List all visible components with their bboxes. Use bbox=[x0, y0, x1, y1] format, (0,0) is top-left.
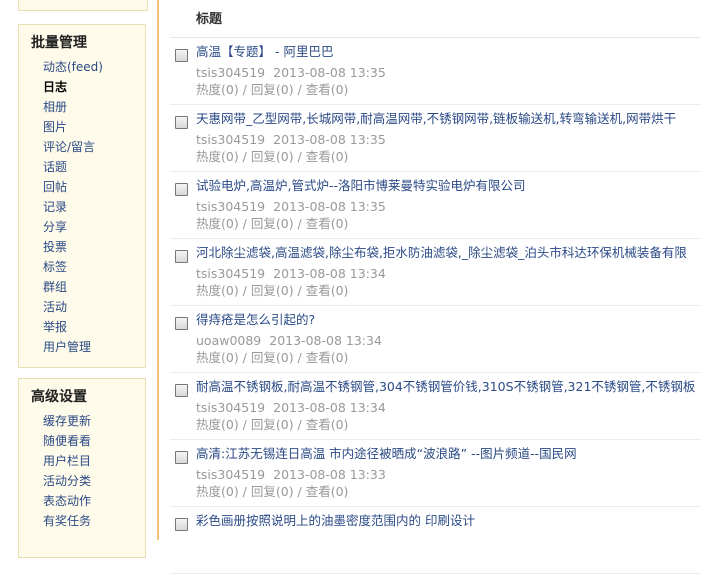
sidebar-advanced-item[interactable]: 活动分类 bbox=[43, 471, 145, 491]
sidebar-batch-item[interactable]: 标签 bbox=[43, 257, 145, 277]
sidebar-batch-item[interactable]: 用户管理 bbox=[43, 337, 145, 357]
sidebar-batch-item[interactable]: 记录 bbox=[43, 197, 145, 217]
sidebar-advanced-item[interactable]: 表态动作 bbox=[43, 491, 145, 511]
list-item: 高温【专题】 - 阿里巴巴 tsis304519 2013-08-08 13:35 热… bbox=[170, 38, 701, 105]
advanced-settings-panel: 高级设置 缓存更新 随便看看 用户栏目 活动分类 表态动作 有奖任务 bbox=[18, 378, 146, 558]
entry-author-link[interactable]: tsis304519 bbox=[196, 467, 265, 482]
entry-title-link[interactable]: 试验电炉,高温炉,管式炉--洛阳市博莱曼特实验电炉有限公司 bbox=[196, 178, 701, 194]
select-checkbox[interactable] bbox=[175, 250, 188, 263]
entry-time: 2013-08-08 13:35 bbox=[273, 199, 386, 214]
select-checkbox[interactable] bbox=[175, 384, 188, 397]
entry-meta: tsis304519 2013-08-08 13:35 bbox=[196, 132, 386, 148]
select-checkbox[interactable] bbox=[175, 518, 188, 531]
entry-time: 2013-08-08 13:35 bbox=[273, 65, 386, 80]
entry-stats: 热度(0) / 回复(0) / 查看(0) bbox=[196, 484, 349, 499]
select-checkbox[interactable] bbox=[175, 451, 188, 464]
select-checkbox[interactable] bbox=[175, 116, 188, 129]
entry-meta: uoaw0089 2013-08-08 13:34 bbox=[196, 333, 382, 349]
entry-author-link[interactable]: tsis304519 bbox=[196, 266, 265, 281]
sidebar-advanced-item[interactable]: 随便看看 bbox=[43, 431, 145, 451]
entry-stats: 热度(0) / 回复(0) / 查看(0) bbox=[196, 417, 349, 432]
list-item: 得痔疮是怎么引起的? uoaw0089 2013-08-08 13:34 热度(0) … bbox=[170, 306, 701, 373]
entry-list: 高温【专题】 - 阿里巴巴 tsis304519 2013-08-08 13:35 热… bbox=[170, 38, 701, 574]
select-checkbox[interactable] bbox=[175, 49, 188, 62]
entry-meta: tsis304519 2013-08-08 13:34 bbox=[196, 266, 386, 282]
sidebar-batch-item[interactable]: 回帖 bbox=[43, 177, 145, 197]
entry-meta: tsis304519 2013-08-08 13:33 bbox=[196, 467, 386, 483]
entry-title-link[interactable]: 耐高温不锈钢板,耐高温不锈钢管,304不锈钢管价钱,310S不锈钢管,321不锈… bbox=[196, 379, 701, 395]
sidebar-batch-item[interactable]: 举报 bbox=[43, 317, 145, 337]
list-item: 彩色画册按照说明上的油墨密度范围内的 印刷设计 bbox=[170, 507, 701, 574]
previous-panel-edge bbox=[18, 0, 148, 11]
list-item: 天惠网带_乙型网带,长城网带,耐高温网带,不锈钢网带,链板输送机,转弯输送机,网… bbox=[170, 105, 701, 172]
list-item: 试验电炉,高温炉,管式炉--洛阳市博莱曼特实验电炉有限公司 tsis304519 2… bbox=[170, 172, 701, 239]
sidebar-batch-item[interactable]: 话题 bbox=[43, 157, 145, 177]
entry-author-link[interactable]: tsis304519 bbox=[196, 199, 265, 214]
advanced-settings-title: 高级设置 bbox=[31, 389, 87, 405]
entry-author-link[interactable]: uoaw0089 bbox=[196, 333, 261, 348]
entry-author-link[interactable]: tsis304519 bbox=[196, 132, 265, 147]
sidebar-advanced-item[interactable]: 有奖任务 bbox=[43, 511, 145, 531]
entry-meta bbox=[196, 534, 204, 550]
select-checkbox[interactable] bbox=[175, 317, 188, 330]
sidebar-batch-item[interactable]: 群组 bbox=[43, 277, 145, 297]
entry-stats: 热度(0) / 回复(0) / 查看(0) bbox=[196, 283, 349, 298]
entry-stats: 热度(0) / 回复(0) / 查看(0) bbox=[196, 216, 349, 231]
entry-title-link[interactable]: 彩色画册按照说明上的油墨密度范围内的 印刷设计 bbox=[196, 513, 701, 529]
entry-title-link[interactable]: 高温【专题】 - 阿里巴巴 bbox=[196, 44, 701, 60]
entry-title-link[interactable]: 天惠网带_乙型网带,长城网带,耐高温网带,不锈钢网带,链板输送机,转弯输送机,网… bbox=[196, 111, 701, 127]
column-divider bbox=[157, 0, 159, 540]
title-column-header: 标题 bbox=[170, 0, 701, 38]
sidebar-batch-item[interactable]: 活动 bbox=[43, 297, 145, 317]
sidebar-batch-item[interactable]: 动态(feed) bbox=[43, 57, 145, 77]
entry-meta: tsis304519 2013-08-08 13:35 bbox=[196, 199, 386, 215]
select-checkbox[interactable] bbox=[175, 183, 188, 196]
sidebar-advanced-item[interactable]: 用户栏目 bbox=[43, 451, 145, 471]
sidebar-batch-item[interactable]: 日志 bbox=[43, 77, 145, 97]
entry-time: 2013-08-08 13:35 bbox=[273, 132, 386, 147]
entry-time: 2013-08-08 13:34 bbox=[273, 400, 386, 415]
sidebar-batch-item[interactable]: 评论/留言 bbox=[43, 137, 145, 157]
entry-stats: 热度(0) / 回复(0) / 查看(0) bbox=[196, 350, 349, 365]
advanced-settings-menu: 缓存更新 随便看看 用户栏目 活动分类 表态动作 有奖任务 bbox=[19, 411, 145, 531]
batch-manage-panel: 批量管理 动态(feed) 日志 相册 图片 评论/留言 话题 回帖 记录 分享 投票 标签 群组 活动… bbox=[18, 24, 146, 368]
list-item: 高清:江苏无锡连日高温 市内途径被晒成“波浪路” --图片频道--国民网 tsis… bbox=[170, 440, 701, 507]
entry-time: 2013-08-08 13:34 bbox=[269, 333, 382, 348]
entry-title-link[interactable]: 河北除尘滤袋,高温滤袋,除尘布袋,拒水防油滤袋,_除尘滤袋_泊头市科达环保机械装… bbox=[196, 245, 701, 261]
blog-list: 标题 高温【专题】 - 阿里巴巴 tsis304519 2013-08-08 13:… bbox=[170, 0, 701, 574]
batch-manage-menu: 动态(feed) 日志 相册 图片 评论/留言 话题 回帖 记录 分享 投票 标签 群组 活动 举报 用户管… bbox=[19, 57, 145, 357]
entry-author-link[interactable]: tsis304519 bbox=[196, 400, 265, 415]
entry-stats: 热度(0) / 回复(0) / 查看(0) bbox=[196, 149, 349, 164]
sidebar-batch-item[interactable]: 分享 bbox=[43, 217, 145, 237]
entry-author-link[interactable]: tsis304519 bbox=[196, 65, 265, 80]
sidebar-batch-item[interactable]: 图片 bbox=[43, 117, 145, 137]
sidebar-batch-item[interactable]: 投票 bbox=[43, 237, 145, 257]
sidebar-batch-item[interactable]: 相册 bbox=[43, 97, 145, 117]
entry-title-link[interactable]: 高清:江苏无锡连日高温 市内途径被晒成“波浪路” --图片频道--国民网 bbox=[196, 446, 701, 462]
entry-meta: tsis304519 2013-08-08 13:35 bbox=[196, 65, 386, 81]
list-item: 耐高温不锈钢板,耐高温不锈钢管,304不锈钢管价钱,310S不锈钢管,321不锈… bbox=[170, 373, 701, 440]
entry-stats: 热度(0) / 回复(0) / 查看(0) bbox=[196, 82, 349, 97]
list-item: 河北除尘滤袋,高温滤袋,除尘布袋,拒水防油滤袋,_除尘滤袋_泊头市科达环保机械装… bbox=[170, 239, 701, 306]
entry-meta: tsis304519 2013-08-08 13:34 bbox=[196, 400, 386, 416]
sidebar-advanced-item[interactable]: 缓存更新 bbox=[43, 411, 145, 431]
entry-title-link[interactable]: 得痔疮是怎么引起的? bbox=[196, 312, 701, 328]
entry-time: 2013-08-08 13:33 bbox=[273, 467, 386, 482]
batch-manage-title: 批量管理 bbox=[31, 35, 87, 51]
entry-time: 2013-08-08 13:34 bbox=[273, 266, 386, 281]
